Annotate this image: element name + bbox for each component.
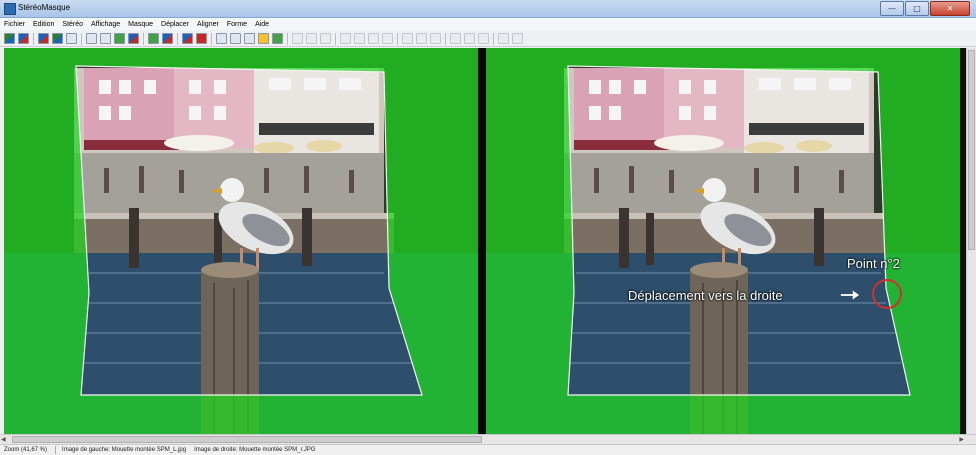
menu-affichage[interactable]: Affichage [91,21,120,28]
disabled-tool-icon[interactable] [416,33,427,44]
menu-forme[interactable]: Forme [227,21,247,28]
vertical-scrollbar[interactable] [966,48,976,434]
vertical-scroll-thumb[interactable] [968,50,975,250]
disabled-tool-icon[interactable] [340,33,351,44]
toolbar-separator [177,32,178,45]
menu-fichier[interactable]: Fichier [4,21,25,28]
open-left-icon[interactable] [4,33,15,44]
menu-bar: Fichier Edition Stéréo Affichage Masque … [0,18,976,30]
control-point-2-handle[interactable] [872,279,902,309]
toolbar-separator [287,32,288,45]
close-button[interactable]: ✕ [930,1,970,16]
menu-edition[interactable]: Edition [33,21,54,28]
toolbar [0,31,976,47]
disabled-tool-icon[interactable] [430,33,441,44]
menu-masque[interactable]: Masque [128,21,153,28]
scroll-left-arrow-icon[interactable]: ◀ [1,436,6,443]
mask-clear-icon[interactable] [162,33,173,44]
right-photo [486,48,960,434]
zoom-out-icon[interactable] [272,33,283,44]
horizontal-scrollbar[interactable]: ◀ ▶ [0,434,976,444]
panel-divider[interactable] [478,48,486,434]
toolbar-separator [143,32,144,45]
open-right-icon[interactable] [18,33,29,44]
menu-deplacer[interactable]: Déplacer [161,21,189,28]
toolbar-separator [335,32,336,45]
disabled-tool-icon[interactable] [498,33,509,44]
move-direction-label: Déplacement vers la droite [628,288,783,303]
arrow-right-icon [840,290,860,300]
toolbar-separator [81,32,82,45]
stereo-icon[interactable] [182,33,193,44]
zoom-in-icon[interactable] [258,33,269,44]
scroll-right-arrow-icon[interactable]: ▶ [959,436,964,443]
align-icon[interactable] [66,33,77,44]
toolbar-separator [445,32,446,45]
status-bar: Zoom (41,67 %) Image de gauche: Mouette … [0,444,976,455]
menu-aide[interactable]: Aide [255,21,269,28]
disabled-tool-icon[interactable] [450,33,461,44]
move-icon[interactable] [100,33,111,44]
toolbar-separator [493,32,494,45]
title-bar: StéréoMasque — □ ✕ [0,0,976,18]
disabled-tool-icon[interactable] [382,33,393,44]
right-image-panel[interactable] [486,48,960,434]
stereo-canvas[interactable]: Point n°2 Déplacement vers la droite [4,48,966,434]
app-icon [4,3,16,15]
grid-icon[interactable] [292,33,303,44]
window-controls: — □ ✕ [879,1,970,16]
zoom-status: Zoom (41,67 %) [4,447,48,453]
shape-icon[interactable] [230,33,241,44]
disabled-tool-icon[interactable] [464,33,475,44]
hand-icon[interactable] [244,33,255,44]
point-add-icon[interactable] [216,33,227,44]
menu-stereo[interactable]: Stéréo [62,21,83,28]
toolbar-separator [211,32,212,45]
swap-icon[interactable] [52,33,63,44]
flip-icon[interactable] [128,33,139,44]
window-title: StéréoMasque [18,3,71,12]
maximize-button[interactable]: □ [905,1,929,16]
disabled-tool-icon[interactable] [402,33,413,44]
disabled-tool-icon[interactable] [478,33,489,44]
status-separator [55,446,57,454]
crop-icon[interactable] [86,33,97,44]
disabled-tool-icon[interactable] [320,33,331,44]
left-image-panel[interactable] [4,48,478,434]
mark-icon[interactable] [196,33,207,44]
point-label: Point n°2 [847,256,900,271]
toolbar-separator [397,32,398,45]
disabled-tool-icon[interactable] [512,33,523,44]
toolbar-separator [33,32,34,45]
left-photo [4,48,478,434]
disabled-tool-icon[interactable] [354,33,365,44]
right-image-status: Image de droite: Mouette montée SPM_r.JP… [194,447,316,453]
disabled-tool-icon[interactable] [306,33,317,44]
horizontal-scroll-thumb[interactable] [12,436,482,443]
disabled-tool-icon[interactable] [368,33,379,44]
mask-green-icon[interactable] [148,33,159,44]
save-icon[interactable] [38,33,49,44]
left-image-status: Image de gauche: Mouette montée SPM_L.jp… [62,447,187,453]
minimize-button[interactable]: — [880,1,904,16]
menu-aligner[interactable]: Aligner [197,21,219,28]
rotate-icon[interactable] [114,33,125,44]
